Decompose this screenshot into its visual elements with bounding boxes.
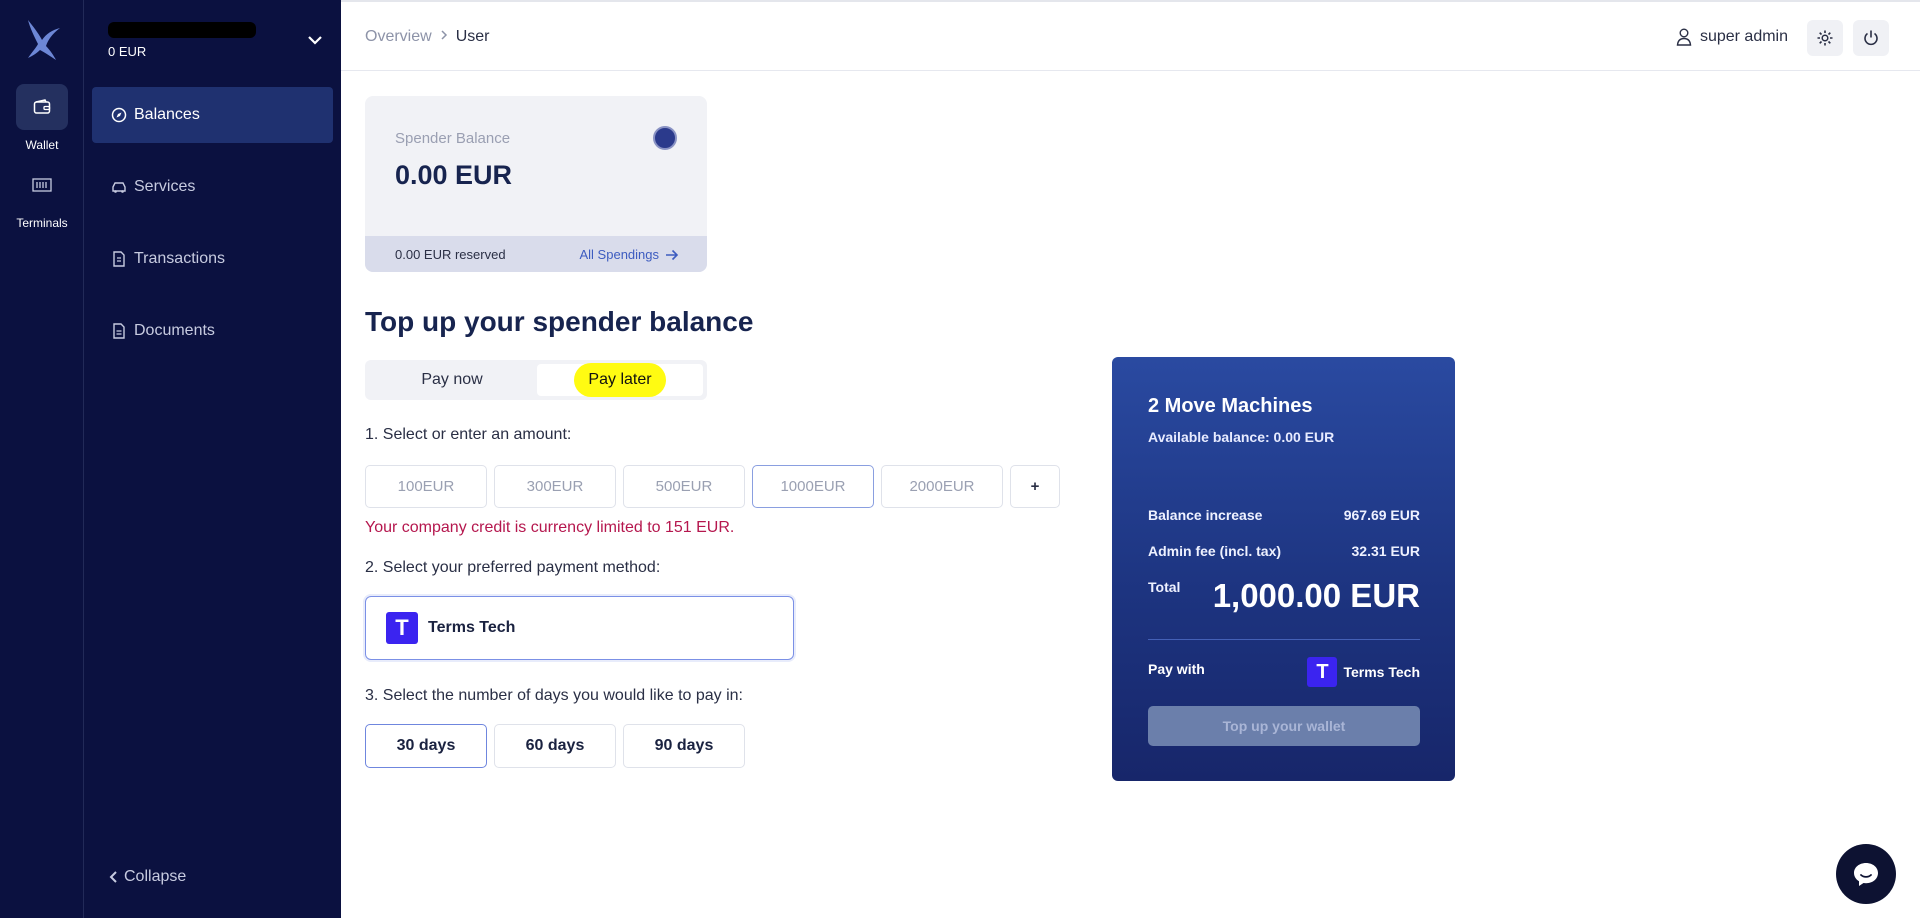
rail-item-terminals[interactable]: Terminals bbox=[0, 162, 84, 230]
app-rail: Wallet Terminals bbox=[0, 0, 84, 918]
redacted-org-name bbox=[108, 22, 256, 38]
tab-pay-later[interactable]: Pay later bbox=[537, 363, 703, 397]
available-balance: Available balance: 0.00 EUR bbox=[1148, 429, 1335, 445]
collapse-label: Collapse bbox=[124, 868, 187, 885]
step-1-label: 1. Select or enter an amount: bbox=[365, 426, 572, 443]
amount-option[interactable]: 300EUR bbox=[494, 465, 616, 508]
amount-option[interactable]: 500EUR bbox=[623, 465, 745, 508]
order-summary-panel: 2 Move Machines Available balance: 0.00 … bbox=[1112, 357, 1455, 781]
car-icon bbox=[110, 178, 128, 196]
gear-icon bbox=[1817, 30, 1833, 46]
app-logo-icon[interactable] bbox=[22, 16, 62, 60]
custom-amount-button[interactable]: + bbox=[1010, 465, 1060, 508]
divider bbox=[1148, 639, 1420, 640]
all-spendings-link[interactable]: All Spendings bbox=[580, 247, 680, 262]
terms-tech-logo-icon: T bbox=[386, 612, 418, 644]
logout-button[interactable] bbox=[1853, 20, 1889, 56]
credit-limit-error: Your company credit is currency limited … bbox=[365, 519, 735, 536]
eu-flag-icon bbox=[653, 126, 677, 150]
receipt-icon bbox=[110, 250, 128, 268]
pay-with-label: Pay with bbox=[1148, 661, 1205, 677]
balance-card-footer: 0.00 EUR reserved All Spendings bbox=[365, 236, 707, 272]
row-value: 32.31 EUR bbox=[1351, 543, 1420, 559]
payment-timing-toggle: Pay now Pay later bbox=[365, 360, 707, 400]
days-option[interactable]: 60 days bbox=[494, 724, 616, 768]
amount-option-selected[interactable]: 1000EUR bbox=[752, 465, 874, 508]
amount-option[interactable]: 2000EUR bbox=[881, 465, 1003, 508]
company-name: 2 Move Machines bbox=[1148, 395, 1313, 417]
page-title: Top up your spender balance bbox=[365, 306, 754, 337]
terms-tech-logo-icon: T bbox=[1307, 657, 1338, 687]
row-label: Balance increase bbox=[1148, 507, 1263, 523]
terminal-icon bbox=[32, 178, 52, 192]
sidebar-item-label: Transactions bbox=[134, 250, 225, 267]
compass-icon bbox=[110, 106, 128, 124]
sidebar-item-services[interactable]: Services bbox=[92, 159, 333, 215]
days-option-selected[interactable]: 30 days bbox=[365, 724, 487, 768]
document-icon bbox=[110, 322, 128, 340]
total-label: Total bbox=[1148, 579, 1181, 595]
org-balance: 0 EUR bbox=[108, 44, 147, 59]
sidebar-item-label: Balances bbox=[134, 106, 200, 123]
breadcrumb: Overview User bbox=[365, 28, 489, 46]
wallet-icon bbox=[33, 99, 51, 114]
row-label: Admin fee (incl. tax) bbox=[1148, 543, 1282, 559]
row-value: 967.69 EUR bbox=[1343, 507, 1420, 523]
days-option[interactable]: 90 days bbox=[623, 724, 745, 768]
header: Overview User super admin bbox=[341, 0, 1920, 71]
tab-label: Pay later bbox=[574, 363, 666, 397]
admin-fee-row: Admin fee (incl. tax) 32.31 EUR bbox=[1148, 543, 1420, 559]
balance-amount: 0.00 EUR bbox=[395, 160, 513, 190]
user-name: super admin bbox=[1699, 28, 1788, 45]
provider-name: Terms Tech bbox=[1343, 664, 1420, 680]
all-spendings-label: All Spendings bbox=[579, 247, 660, 262]
sidebar: 0 EUR Balances Services Transactions Doc… bbox=[84, 0, 341, 918]
chat-button[interactable] bbox=[1836, 844, 1896, 904]
breadcrumb-current: User bbox=[455, 28, 490, 45]
breadcrumb-overview[interactable]: Overview bbox=[365, 28, 432, 46]
chevron-right-icon bbox=[440, 28, 448, 46]
rail-label: Terminals bbox=[16, 216, 68, 230]
arrow-right-icon bbox=[666, 249, 679, 260]
chat-bubble-icon bbox=[1854, 863, 1878, 886]
sidebar-item-transactions[interactable]: Transactions bbox=[92, 231, 333, 287]
user-icon bbox=[1676, 28, 1692, 46]
rail-label: Wallet bbox=[25, 138, 59, 152]
balance-increase-row: Balance increase 967.69 EUR bbox=[1148, 507, 1420, 523]
sidebar-item-documents[interactable]: Documents bbox=[92, 303, 333, 359]
balance-label: Spender Balance bbox=[395, 130, 511, 147]
rail-item-wallet[interactable]: Wallet bbox=[0, 84, 84, 152]
collapse-button[interactable]: Collapse bbox=[108, 868, 186, 886]
amount-option[interactable]: 100EUR bbox=[365, 465, 487, 508]
user-menu[interactable]: super admin bbox=[1676, 28, 1788, 46]
total-value: 1,000.00 EUR bbox=[1212, 577, 1420, 614]
top-up-wallet-button[interactable]: Top up your wallet bbox=[1148, 706, 1420, 746]
pay-with-provider: T Terms Tech bbox=[1307, 657, 1420, 687]
payment-method-terms-tech[interactable]: T Terms Tech bbox=[365, 596, 794, 660]
step-3-label: 3. Select the number of days you would l… bbox=[365, 687, 743, 704]
tab-pay-now[interactable]: Pay now bbox=[369, 364, 535, 396]
chevron-down-icon[interactable] bbox=[307, 32, 323, 50]
settings-button[interactable] bbox=[1807, 20, 1843, 56]
power-icon bbox=[1864, 30, 1878, 46]
reserved-amount: 0.00 EUR reserved bbox=[395, 247, 506, 262]
sidebar-item-label: Documents bbox=[134, 322, 215, 339]
chevron-left-icon bbox=[109, 871, 117, 883]
sidebar-item-balances[interactable]: Balances bbox=[92, 87, 333, 143]
step-2-label: 2. Select your preferred payment method: bbox=[365, 559, 661, 576]
sidebar-item-label: Services bbox=[134, 178, 196, 195]
spender-balance-card: Spender Balance 0.00 EUR 0.00 EUR reserv… bbox=[365, 96, 707, 272]
payment-method-label: Terms Tech bbox=[428, 619, 516, 636]
tab-label: Pay now bbox=[421, 371, 483, 388]
